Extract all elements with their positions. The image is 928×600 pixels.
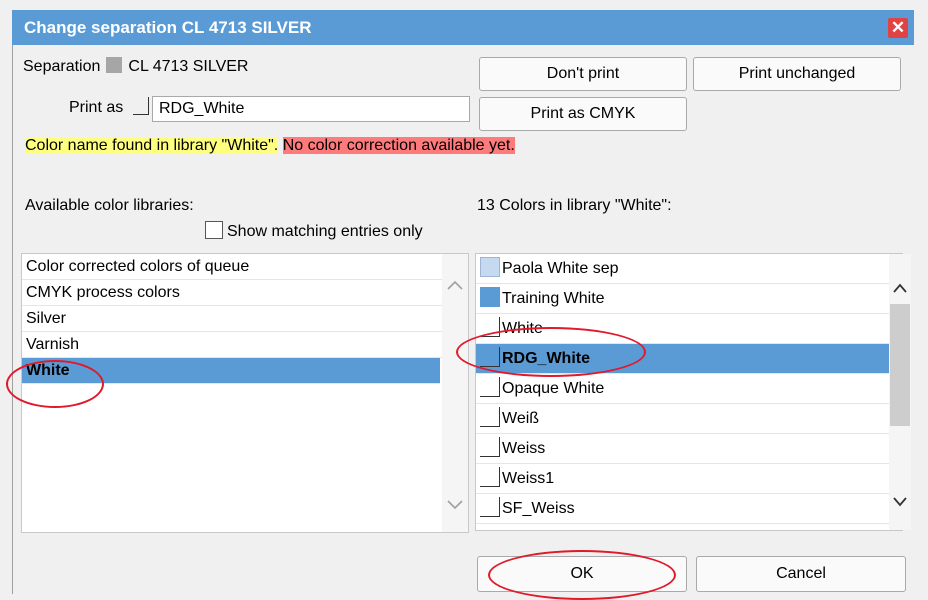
color-item[interactable]: White	[476, 314, 890, 344]
color-item[interactable]: SF_Weiss	[476, 494, 890, 524]
status-message: Color name found in library "White". No …	[25, 136, 515, 156]
swatch-line	[480, 467, 500, 487]
color-item-selected[interactable]: RDG_White	[476, 344, 890, 374]
separation-row: Separation CL 4713 SILVER	[23, 57, 248, 76]
swatch-mid	[480, 287, 500, 307]
print-as-swatch	[133, 97, 151, 117]
print-as-label: Print as	[69, 99, 124, 116]
cancel-button[interactable]: Cancel	[696, 556, 906, 592]
dont-print-button[interactable]: Don't print	[479, 57, 687, 91]
color-item[interactable]: Weiss	[476, 434, 890, 464]
print-as-label-group: Print as	[69, 99, 123, 117]
separation-label: Separation	[23, 58, 101, 75]
swatch-line	[480, 497, 500, 517]
swatch-line	[480, 377, 500, 397]
color-correction-warning: No color correction available yet.	[282, 137, 515, 154]
swatch-line	[480, 317, 500, 337]
library-list-scrollbar[interactable]	[442, 254, 468, 532]
swatch-line	[480, 407, 500, 427]
color-list[interactable]: Paola White sep Training White White RDG…	[475, 253, 903, 531]
swatch-light	[480, 257, 500, 277]
color-item[interactable]: Paola White sep	[476, 254, 890, 284]
swatch-line	[480, 347, 500, 367]
library-item-cmyk[interactable]: CMYK process colors	[22, 280, 468, 306]
close-icon[interactable]: ✕	[888, 18, 908, 38]
separation-swatch	[106, 57, 123, 73]
library-list[interactable]: Color corrected colors of queue CMYK pro…	[21, 253, 469, 533]
chevron-down-icon[interactable]	[893, 494, 907, 512]
color-item[interactable]: Opaque White	[476, 374, 890, 404]
print-unchanged-button[interactable]: Print unchanged	[693, 57, 901, 91]
chevron-up-icon[interactable]	[893, 280, 907, 298]
separation-name: CL 4713 SILVER	[128, 58, 249, 75]
libraries-heading: Available color libraries:	[25, 197, 194, 214]
swatch-line	[480, 437, 500, 457]
library-item-varnish[interactable]: Varnish	[22, 332, 468, 358]
print-as-cmyk-button[interactable]: Print as CMYK	[479, 97, 687, 131]
show-matching-label: Show matching entries only	[227, 223, 423, 240]
library-found-message: Color name found in library "White".	[25, 137, 279, 154]
print-as-input[interactable]	[152, 96, 470, 122]
dialog-body: Separation CL 4713 SILVER Print as Don't …	[12, 45, 914, 594]
color-item[interactable]: Weiß	[476, 404, 890, 434]
library-item-silver[interactable]: Silver	[22, 306, 468, 332]
color-list-scroll-thumb[interactable]	[890, 304, 910, 426]
show-matching-checkbox[interactable]	[205, 221, 223, 239]
window-title: Change separation CL 4713 SILVER	[24, 18, 312, 37]
library-item-color-corrected[interactable]: Color corrected colors of queue	[22, 254, 468, 280]
show-matching-checkbox-row[interactable]: Show matching entries only	[205, 221, 423, 241]
chevron-up-icon[interactable]	[447, 274, 463, 295]
title-bar: Change separation CL 4713 SILVER ✕	[12, 10, 914, 45]
color-list-scrollbar[interactable]	[889, 254, 911, 530]
chevron-down-icon[interactable]	[447, 494, 463, 515]
color-item[interactable]: Training White	[476, 284, 890, 314]
library-item-white[interactable]: White	[22, 358, 440, 384]
color-item[interactable]: Weiss1	[476, 464, 890, 494]
ok-button[interactable]: OK	[477, 556, 687, 592]
colors-heading: 13 Colors in library "White":	[477, 197, 672, 214]
